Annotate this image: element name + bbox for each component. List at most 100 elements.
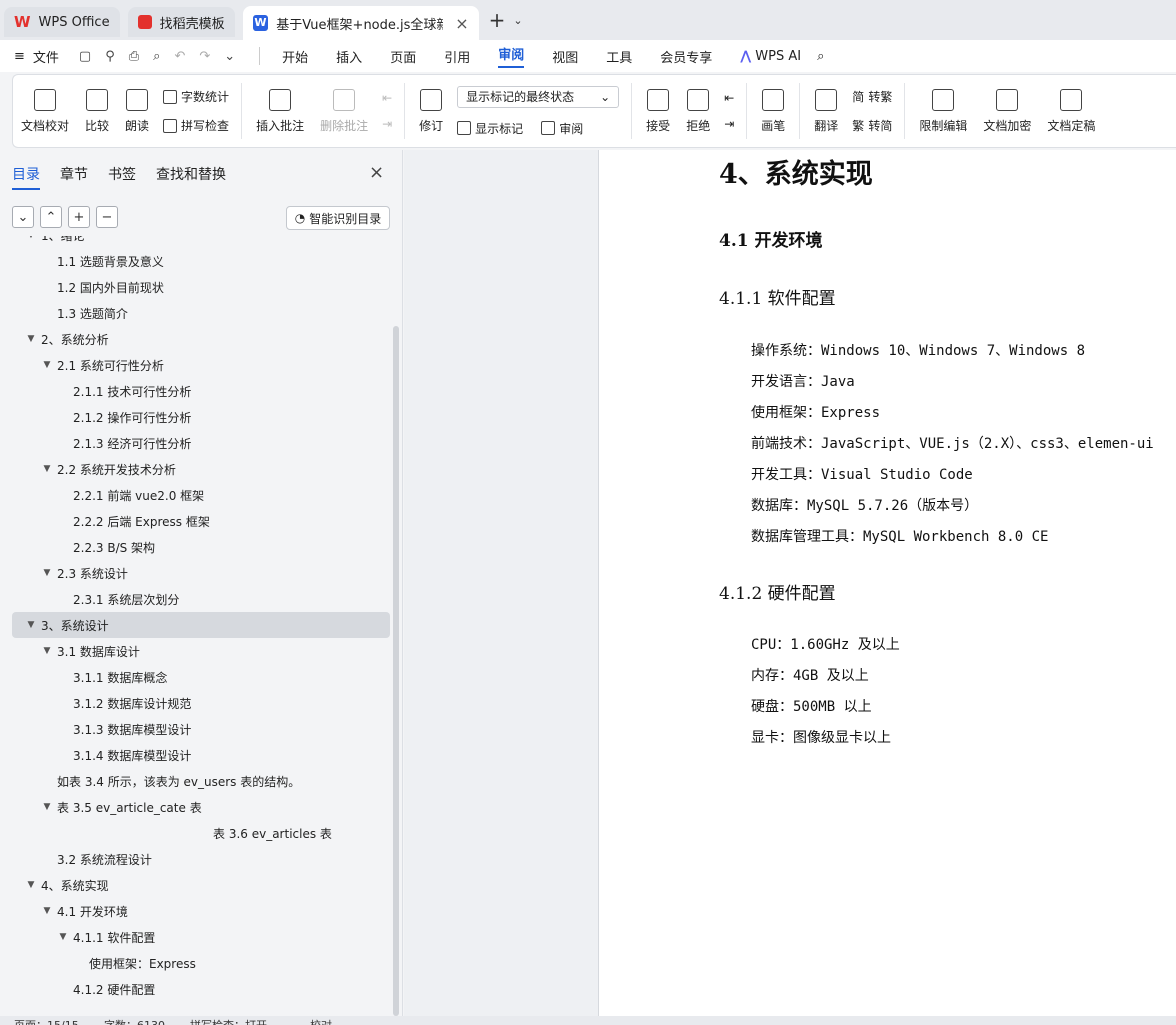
toc-item[interactable]: 3.1.1 数据库概念 [12,664,390,690]
menu-view[interactable]: 视图 [552,47,578,66]
page-count[interactable]: 页面：15/15 [14,1017,79,1025]
tab-document[interactable]: W 基于Vue框架+node.js全球新 × [242,6,479,40]
menu-insert[interactable]: 插入 [336,47,362,66]
close-icon[interactable]: × [455,14,468,33]
read-aloud-button[interactable]: 朗读 [117,88,157,134]
word-count[interactable]: 字数：6130 [104,1017,165,1025]
compare-button[interactable]: 比较 [77,88,117,134]
collapse-up-icon[interactable]: ⌃ [40,206,62,228]
delete-comment-button[interactable]: 删除批注 [312,88,376,134]
toc-item[interactable]: ▼ 4.1 开发环境 [12,898,390,924]
toc-item[interactable]: 3.2 系统流程设计 [12,846,390,872]
toc-scrollbar[interactable] [393,326,399,1016]
display-markup-select[interactable]: 显示标记的最终状态 ⌄ [457,85,620,108]
expand-triangle-icon[interactable]: ▼ [40,906,54,916]
toc-item[interactable]: ▼ 4.1.1 软件配置 [12,924,390,950]
to-simplified-button[interactable]: 繁转简 [852,117,892,134]
undo-icon[interactable]: ↶ [174,49,185,64]
expand-triangle-icon[interactable]: ▼ [40,464,54,474]
toc-item[interactable]: 1.2 国内外目前现状 [12,274,390,300]
toc-item[interactable]: 2.1.1 技术可行性分析 [12,378,390,404]
menu-tools[interactable]: 工具 [606,47,632,66]
toc-item[interactable]: 3.1.4 数据库模型设计 [12,742,390,768]
toc-item[interactable]: 2.2.2 后端 Express 框架 [12,508,390,534]
document-page[interactable]: 4、系统实现 4.1 开发环境 4.1.1 软件配置 操作系统：Windows … [598,150,1176,1016]
menu-member[interactable]: 会员专享 [660,47,712,66]
next-comment-icon[interactable]: ⇥ [382,117,392,131]
menu-file[interactable]: 文件 [33,47,59,66]
next-change-icon[interactable]: ⇥ [724,117,734,131]
close-icon[interactable]: × [369,162,384,183]
print-icon[interactable]: ⎙ [129,49,139,64]
encrypt-button[interactable]: 文档加密 [975,88,1039,134]
toc-item[interactable]: ▼ 表 3.5 ev_article_cate 表 [12,794,390,820]
toc-item[interactable]: ▼ 2.3 系统设计 [12,560,390,586]
expand-triangle-icon[interactable]: ▼ [24,236,38,240]
tab-docer[interactable]: 找稻壳模板 [127,7,235,37]
spell-check-button[interactable]: 拼写检查 [163,117,229,134]
proofread-button[interactable]: 文档校对 [13,88,77,134]
redo-icon[interactable]: ↷ [199,49,210,64]
insert-comment-button[interactable]: 插入批注 [248,88,312,134]
accept-button[interactable]: 接受 [638,88,678,134]
word-count-button[interactable]: 字数统计 [163,88,229,105]
chevron-down-icon[interactable]: ⌄ [224,49,235,64]
menu-wps-ai[interactable]: WPS AI [755,49,801,64]
expand-triangle-icon[interactable]: ▼ [40,646,54,656]
prev-comment-icon[interactable]: ⇤ [382,91,392,105]
menu-home[interactable]: 开始 [282,47,308,66]
menu-page[interactable]: 页面 [390,47,416,66]
toc-item[interactable]: 1.1 选题背景及意义 [12,248,390,274]
expand-triangle-icon[interactable]: ▼ [40,360,54,370]
tab-bookmarks[interactable]: 书签 [108,164,136,190]
restrict-edit-button[interactable]: 限制编辑 [911,88,975,134]
expand-triangle-icon[interactable]: ▼ [40,568,54,578]
toc-item[interactable]: 2.1.2 操作可行性分析 [12,404,390,430]
tab-toc[interactable]: 目录 [12,164,40,190]
expand-triangle-icon[interactable]: ▼ [24,620,38,630]
expand-down-icon[interactable]: ⌄ [12,206,34,228]
finalize-button[interactable]: 文档定稿 [1039,88,1103,134]
show-markup-button[interactable]: 显示标记 [457,120,523,137]
share-icon[interactable]: ⚲ [105,49,115,64]
tab-find-replace[interactable]: 查找和替换 [156,164,226,190]
toc-item[interactable]: ▼1、绪论 [12,236,390,248]
toc-item[interactable]: 3.1.3 数据库模型设计 [12,716,390,742]
smart-toc-button[interactable]: ◔ 智能识别目录 [286,206,390,230]
chevron-down-icon[interactable]: ⌄ [513,14,522,27]
toc-item[interactable]: 2.2.3 B/S 架构 [12,534,390,560]
toc-item[interactable]: ▼ 3、系统设计 [12,612,390,638]
expand-triangle-icon[interactable]: ▼ [56,932,70,942]
translate-button[interactable]: 翻译 [806,88,846,134]
review-pane-button[interactable]: 审阅 [541,120,583,137]
tab-sections[interactable]: 章节 [60,164,88,190]
spell-status[interactable]: 拼写检查：打开 [190,1017,267,1025]
save-icon[interactable]: ▢ [79,49,91,64]
toc-item[interactable]: 4.1.2 硬件配置 [12,976,390,1002]
pen-button[interactable]: 画笔 [753,88,793,134]
search-icon[interactable]: ⌕ [817,49,824,64]
hamburger-icon[interactable]: ≡ [14,49,25,64]
prev-change-icon[interactable]: ⇤ [724,91,734,105]
toc-item[interactable]: 1.3 选题简介 [12,300,390,326]
expand-triangle-icon[interactable]: ▼ [24,334,38,344]
menu-reference[interactable]: 引用 [444,47,470,66]
toc-item[interactable]: 2.1.3 经济可行性分析 [12,430,390,456]
minus-icon[interactable]: − [96,206,118,228]
expand-triangle-icon[interactable]: ▼ [40,802,54,812]
toc-item[interactable]: ▼ 2.2 系统开发技术分析 [12,456,390,482]
plus-icon[interactable]: + [68,206,90,228]
toc-item[interactable]: ▼ 2.1 系统可行性分析 [12,352,390,378]
toc-item[interactable]: ▼ 2、系统分析 [12,326,390,352]
menu-review[interactable]: 审阅 [498,44,525,68]
toc-item[interactable]: 2.2.1 前端 vue2.0 框架 [12,482,390,508]
toc-item[interactable]: ▼ 3.1 数据库设计 [12,638,390,664]
reject-button[interactable]: 拒绝 [678,88,718,134]
toc-item[interactable]: 2.3.1 系统层次划分 [12,586,390,612]
new-tab-icon[interactable]: + [489,8,506,32]
toc-item[interactable]: 表 3.6 ev_articles 表 [12,820,390,846]
proof-status[interactable]: 校对 [310,1017,332,1025]
expand-triangle-icon[interactable]: ▼ [24,880,38,890]
to-traditional-button[interactable]: 简转繁 [852,88,892,105]
print-preview-icon[interactable]: ⌕ [153,49,160,64]
